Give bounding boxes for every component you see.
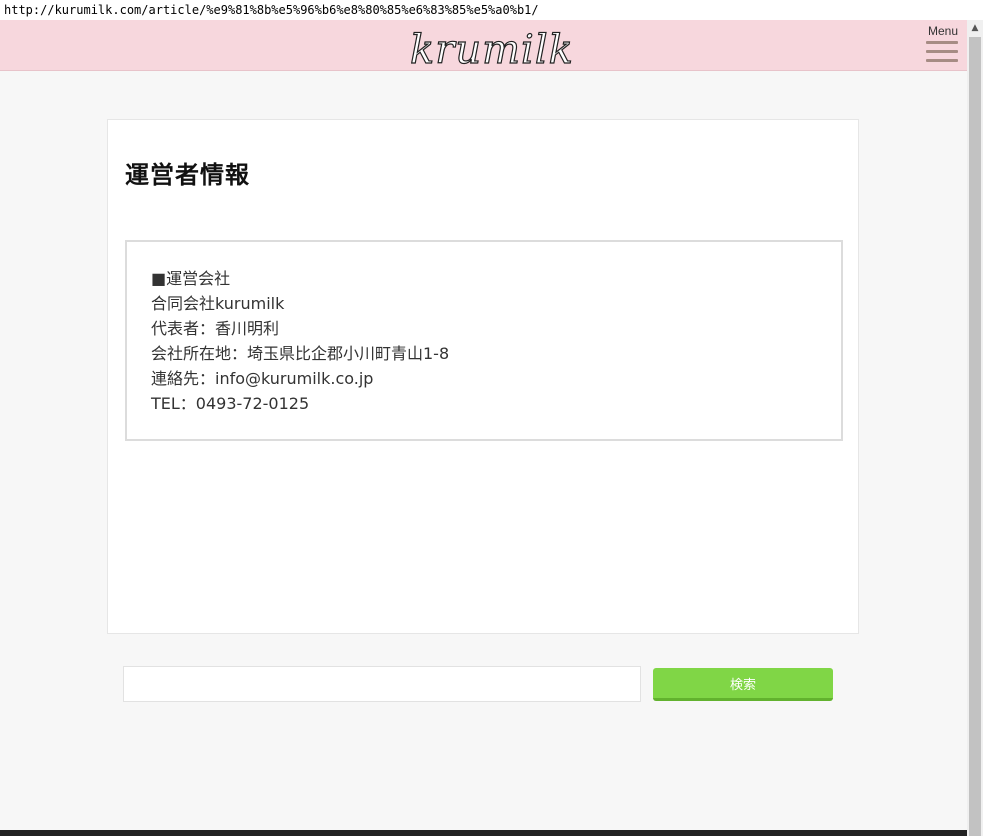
site-logo[interactable]: krumilk xyxy=(409,29,574,70)
info-line-tel: TEL：0493-72-0125 xyxy=(151,394,310,413)
info-line-address: 会社所在地：埼玉県比企郡小川町青山1-8 xyxy=(151,344,450,363)
operator-info-box: ■運営会社 合同会社kurumilk 代表者：香川明利 会社所在地：埼玉県比企郡… xyxy=(125,240,843,441)
hamburger-bar xyxy=(926,50,958,53)
page-title: 運営者情報 xyxy=(125,161,250,189)
hamburger-menu-icon[interactable] xyxy=(926,41,958,63)
footer xyxy=(0,830,967,836)
scroll-up-icon[interactable]: ▲ xyxy=(967,20,983,36)
scrollbar-thumb[interactable] xyxy=(969,37,981,836)
menu-label: Menu xyxy=(927,24,958,38)
info-line-section: ■運営会社 xyxy=(151,269,231,288)
info-line-company: 合同会社kurumilk xyxy=(151,294,285,313)
site-header: krumilk Menu xyxy=(0,20,967,71)
article-card: 運営者情報 ■運営会社 合同会社kurumilk 代表者：香川明利 会社所在地：… xyxy=(107,119,859,634)
operator-info-lines: ■運営会社 合同会社kurumilk 代表者：香川明利 会社所在地：埼玉県比企郡… xyxy=(151,266,449,416)
address-bar[interactable]: http://kurumilk.com/article/%e9%81%8b%e5… xyxy=(0,0,983,20)
info-line-representative: 代表者：香川明利 xyxy=(151,319,280,338)
vertical-scrollbar[interactable]: ▲ xyxy=(967,20,983,836)
search-button[interactable]: 検索 xyxy=(653,668,833,701)
hamburger-bar xyxy=(926,59,958,62)
info-line-contact: 連絡先：info@kurumilk.co.jp xyxy=(151,369,374,388)
hamburger-bar xyxy=(926,41,958,44)
search-input[interactable] xyxy=(123,666,641,702)
